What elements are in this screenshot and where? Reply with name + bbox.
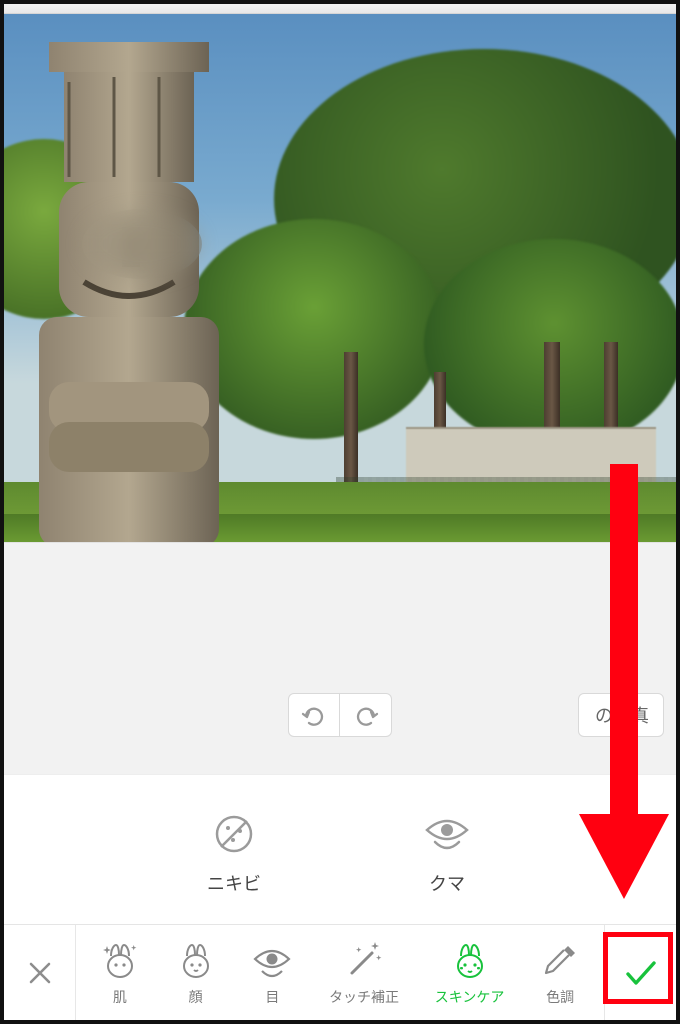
tool-dark-circles-label: クマ (429, 870, 465, 896)
tool-dark-circles[interactable]: クマ (421, 808, 473, 896)
photo-preview[interactable] (4, 14, 676, 542)
tab-eye[interactable]: 目 (251, 939, 293, 1007)
compare-original-button[interactable]: の写真 (578, 693, 664, 737)
controls-bar: の写真 (4, 542, 676, 774)
category-tabs: 肌 顔 目 タッチ補正 (76, 925, 604, 1020)
tab-face-label: 顔 (189, 987, 203, 1007)
tab-skin[interactable]: 肌 (100, 939, 140, 1007)
tool-acne-label: ニキビ (207, 870, 261, 896)
tab-touchup-label: タッチ補正 (329, 987, 399, 1007)
acne-icon (208, 808, 260, 860)
compare-label: の写真 (595, 702, 649, 728)
tab-tone-label: 色調 (546, 987, 574, 1007)
eyedropper-icon (540, 939, 580, 983)
tab-skin-label: 肌 (113, 987, 127, 1007)
tab-skincare-label: スキンケア (435, 987, 505, 1007)
tab-skincare[interactable]: スキンケア (435, 939, 505, 1007)
bunny-skincare-icon (450, 939, 490, 983)
undo-redo-group (288, 693, 392, 737)
tool-acne[interactable]: ニキビ (207, 808, 261, 896)
tab-touchup[interactable]: タッチ補正 (329, 939, 399, 1007)
bunny-icon (176, 939, 216, 983)
subtool-row: ニキビ クマ (4, 774, 676, 928)
annotation-highlight-box (603, 932, 673, 1004)
undo-button[interactable] (288, 693, 340, 737)
bottom-bar: 肌 顔 目 タッチ補正 (4, 924, 676, 1020)
tab-face[interactable]: 顔 (176, 939, 216, 1007)
eye-icon (251, 939, 293, 983)
wand-icon (344, 939, 384, 983)
close-icon (26, 959, 54, 987)
app-frame: の写真 ニキビ (0, 0, 680, 1024)
photo-statue (4, 22, 254, 542)
photo-face-blur (82, 209, 202, 279)
window-chrome (4, 4, 676, 14)
bunny-sparkle-icon (100, 939, 140, 983)
dark-circles-icon (421, 808, 473, 860)
cancel-button[interactable] (4, 925, 76, 1020)
tab-eye-label: 目 (265, 987, 279, 1007)
tab-tone[interactable]: 色調 (540, 939, 580, 1007)
redo-button[interactable] (340, 693, 392, 737)
